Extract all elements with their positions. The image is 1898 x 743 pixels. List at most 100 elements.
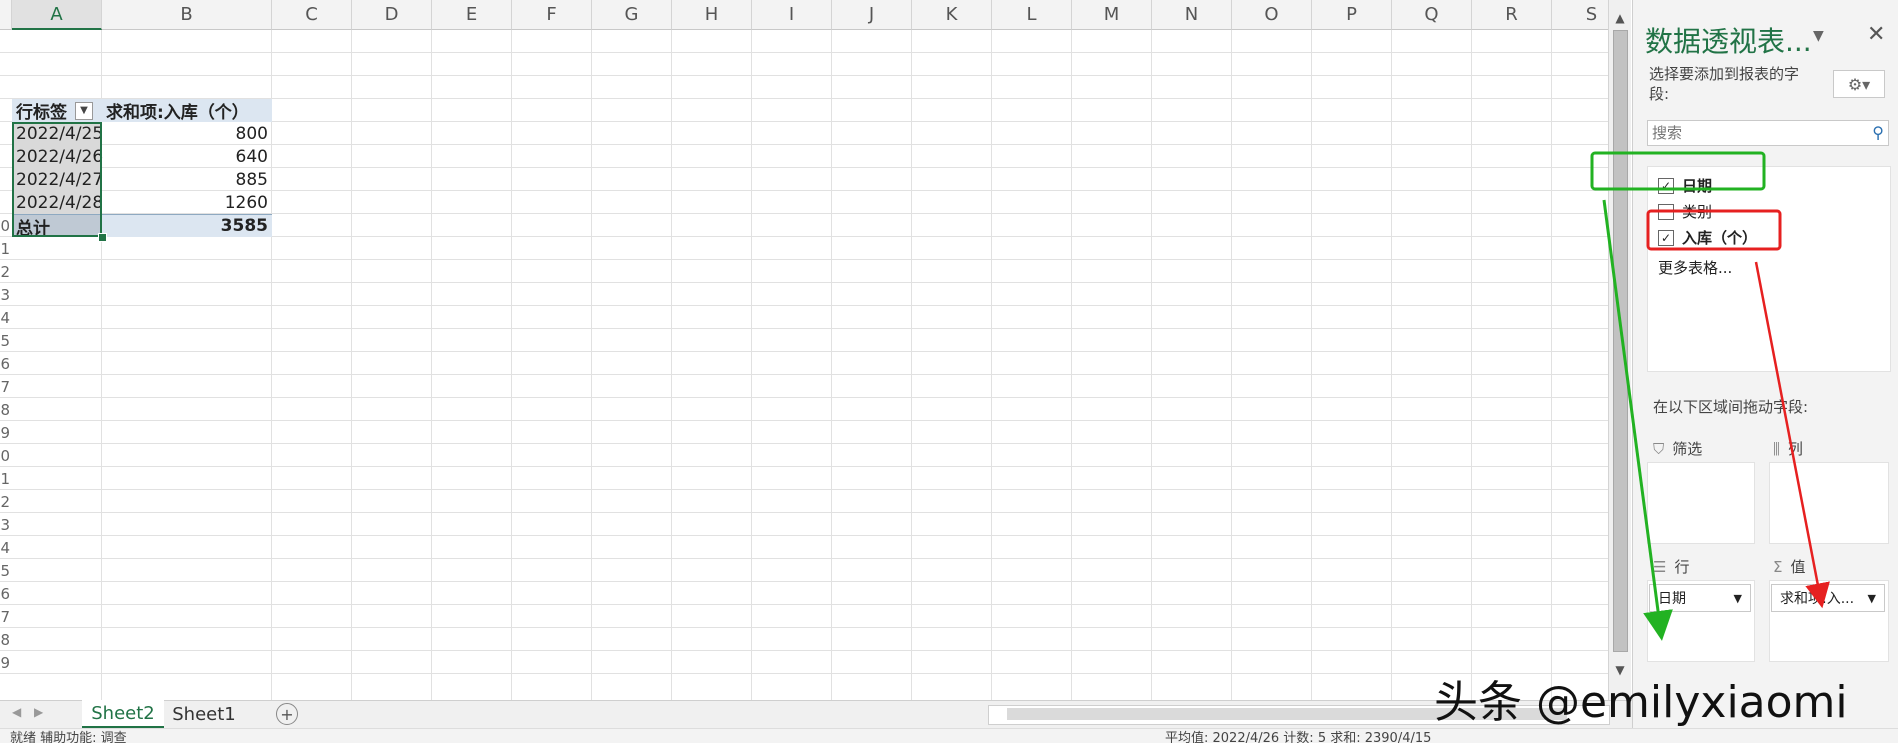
search-icon[interactable]: ⚲ — [1872, 123, 1884, 142]
gridline-horizontal — [0, 512, 1608, 513]
row-number[interactable]: 5 — [0, 562, 10, 580]
field-checkbox[interactable]: ✓ — [1658, 229, 1674, 246]
chevron-down-icon[interactable]: ▼ — [1868, 592, 1876, 605]
scrollbar-thumb[interactable] — [1613, 30, 1628, 652]
gridline-vertical — [591, 30, 592, 700]
tab-sheet2[interactable]: Sheet2 — [82, 700, 164, 728]
filter-icon: ⛉ — [1653, 439, 1665, 458]
column-header-N[interactable]: N — [1152, 0, 1232, 30]
gridline-horizontal — [0, 305, 1608, 306]
column-header-I[interactable]: I — [752, 0, 832, 30]
row-number[interactable]: 7 — [0, 378, 10, 396]
gridline-vertical — [1231, 30, 1232, 700]
field-checkbox[interactable]: ✓ — [1658, 177, 1674, 194]
field-search-box[interactable]: ⚲ — [1647, 120, 1889, 146]
column-header-A[interactable]: A — [12, 0, 102, 30]
column-header-M[interactable]: M — [1072, 0, 1152, 30]
row-number[interactable]: 6 — [0, 585, 10, 603]
field-checkbox[interactable] — [1658, 203, 1674, 220]
plus-circle-icon[interactable]: + — [276, 703, 298, 725]
column-header-B[interactable]: B — [102, 0, 272, 30]
row-number[interactable]: 2 — [0, 263, 10, 281]
column-header-P[interactable]: P — [1312, 0, 1392, 30]
select-all-corner[interactable] — [0, 0, 12, 30]
column-header-J[interactable]: J — [832, 0, 912, 30]
pane-options-dropdown-icon[interactable]: ▼ — [1813, 28, 1824, 44]
values-area-header: Σ值 — [1773, 557, 1806, 577]
column-header-O[interactable]: O — [1232, 0, 1312, 30]
row-number[interactable]: 4 — [0, 539, 10, 557]
vertical-scrollbar[interactable]: ▲ ▼ — [1608, 0, 1631, 700]
pivot-total-label[interactable]: 总计 — [12, 214, 102, 239]
column-header-L[interactable]: L — [992, 0, 1072, 30]
pivot-row-value[interactable]: 640 — [102, 145, 272, 168]
scroll-up-arrow-icon[interactable]: ▲ — [1609, 8, 1631, 28]
row-number[interactable]: 8 — [0, 631, 10, 649]
filter-dropdown-icon[interactable]: ▼ — [75, 101, 93, 120]
scroll-right-arrow-icon[interactable]: ▶ — [34, 705, 43, 719]
gridline-vertical — [751, 30, 752, 700]
row-number[interactable]: 1 — [0, 470, 10, 488]
row-number[interactable]: 2 — [0, 493, 10, 511]
row-number[interactable]: 9 — [0, 424, 10, 442]
gridline-horizontal — [0, 259, 1608, 260]
gridline-horizontal — [0, 282, 1608, 283]
field-item[interactable]: ✓ 入库（个） — [1658, 227, 1757, 248]
pivot-row-value[interactable]: 1260 — [102, 191, 272, 214]
scroll-left-arrow-icon[interactable]: ◀ — [12, 705, 21, 719]
column-header-D[interactable]: D — [352, 0, 432, 30]
column-header-S[interactable]: S — [1552, 0, 1608, 30]
pivot-row-labels-header[interactable]: 行标签 ▼ — [12, 99, 102, 123]
row-number[interactable]: 3 — [0, 516, 10, 534]
column-header-H[interactable]: H — [672, 0, 752, 30]
more-tables-link[interactable]: 更多表格... — [1658, 257, 1732, 278]
row-number[interactable]: 9 — [0, 654, 10, 672]
filter-drop-area[interactable] — [1647, 462, 1755, 544]
sigma-icon: Σ — [1773, 557, 1783, 576]
gridline-vertical — [351, 30, 352, 700]
row-number[interactable]: 5 — [0, 332, 10, 350]
column-header-Q[interactable]: Q — [1392, 0, 1472, 30]
spreadsheet-grid[interactable]: ABCDEFGHIJKLMNOPQRS 0 1 2 3 4 5 6 7 8 9 0 1 2 3 4 5 6 7 8 9 行… — [0, 0, 1608, 700]
pivot-row-label[interactable]: 2022/4/25 — [12, 122, 103, 145]
gridline-vertical — [1391, 30, 1392, 700]
row-number[interactable]: 0 — [0, 217, 10, 235]
fill-handle[interactable] — [98, 233, 107, 242]
drag-prompt: 在以下区域间拖动字段: — [1653, 398, 1809, 416]
field-label: 类别 — [1682, 203, 1713, 221]
pivot-row-value[interactable]: 800 — [102, 122, 272, 145]
row-number[interactable]: 1 — [0, 240, 10, 258]
column-header-R[interactable]: R — [1472, 0, 1552, 30]
status-aggregates: 平均值: 2022/4/26 计数: 5 求和: 2390/4/15 — [1165, 731, 1432, 743]
column-header-C[interactable]: C — [272, 0, 352, 30]
field-label: 日期 — [1682, 177, 1713, 195]
search-input[interactable] — [1650, 121, 1844, 145]
column-header-E[interactable]: E — [432, 0, 512, 30]
column-header-F[interactable]: F — [512, 0, 592, 30]
gridline-horizontal — [0, 328, 1608, 329]
pivot-row-label[interactable]: 2022/4/28 — [12, 191, 103, 214]
field-item[interactable]: 类别 — [1658, 201, 1712, 222]
column-header-G[interactable]: G — [592, 0, 672, 30]
gear-icon[interactable]: ⚙▾ — [1833, 70, 1885, 98]
pivot-row-value[interactable]: 885 — [102, 168, 272, 191]
gridline-vertical — [1151, 30, 1152, 700]
pivot-row-label[interactable]: 2022/4/26 — [12, 145, 103, 168]
field-item[interactable]: ✓ 日期 — [1658, 175, 1712, 196]
pivot-value-header[interactable]: 求和项:入库（个） — [102, 99, 272, 123]
column-header-K[interactable]: K — [912, 0, 992, 30]
columns-drop-area[interactable] — [1769, 462, 1889, 544]
values-field-chip[interactable]: 求和项:入... ▼ — [1771, 584, 1885, 612]
row-number[interactable]: 8 — [0, 401, 10, 419]
chevron-down-icon[interactable]: ▼ — [1734, 592, 1742, 605]
pivot-total-value[interactable]: 3585 — [102, 214, 272, 237]
close-icon[interactable]: ✕ — [1867, 22, 1885, 47]
rows-field-chip[interactable]: 日期 ▼ — [1649, 584, 1751, 612]
tab-sheet1[interactable]: Sheet1 — [164, 701, 244, 727]
row-number[interactable]: 6 — [0, 355, 10, 373]
row-number[interactable]: 4 — [0, 309, 10, 327]
row-number[interactable]: 3 — [0, 286, 10, 304]
row-number[interactable]: 0 — [0, 447, 10, 465]
row-number[interactable]: 7 — [0, 608, 10, 626]
pivot-row-label[interactable]: 2022/4/27 — [12, 168, 103, 191]
